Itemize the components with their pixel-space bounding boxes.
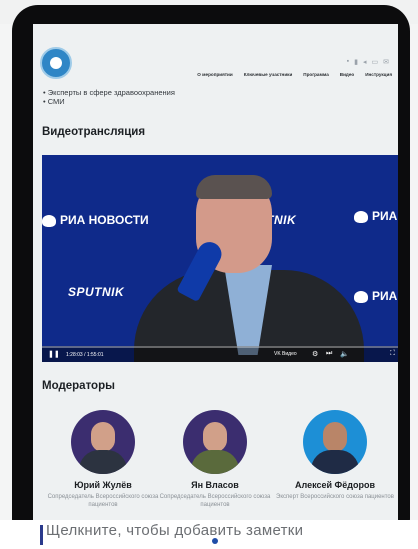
moderator-role: Сопредседатель Всероссийского союза паци…: [47, 494, 159, 508]
notes-bar: [40, 525, 43, 545]
avatar: [303, 410, 367, 474]
ok-icon[interactable]: ▮: [354, 58, 358, 66]
progress-bar[interactable]: [42, 346, 398, 348]
audience-list: Эксперты в сфере здравоохранения СМИ: [43, 88, 175, 106]
avatar: [183, 410, 247, 474]
volume-icon[interactable]: 🔈: [340, 350, 349, 358]
telegram-icon[interactable]: ◂: [363, 58, 367, 66]
tablet-screen: ▪ ▮ ◂ ▭ ✉ О мероприятии Ключевые участни…: [33, 24, 398, 534]
pause-icon[interactable]: ❚❚: [48, 350, 60, 358]
nav-item-instructions[interactable]: Инструкция: [365, 72, 392, 77]
list-item: Эксперты в сфере здравоохранения: [43, 88, 175, 97]
video-controls: ❚❚ 1:28:03 / 1:55:01 VK Видео ⚙ ⏭ 🔈 ⛶: [42, 346, 398, 362]
moderator-card[interactable]: Ян Власов Сопредседатель Всероссийского …: [155, 410, 275, 509]
list-item: СМИ: [43, 97, 175, 106]
nav-item-participants[interactable]: Ключевые участники: [244, 72, 293, 77]
tablet-home-indicator: [212, 538, 218, 544]
moderators-section-title: Модераторы: [42, 380, 115, 392]
moderator-name: Алексей Фёдоров: [295, 480, 375, 490]
social-icons: ▪ ▮ ◂ ▭ ✉: [347, 58, 389, 66]
youtube-icon[interactable]: ▭: [372, 58, 379, 66]
page: ▪ ▮ ◂ ▭ ✉ О мероприятии Ключевые участни…: [0, 0, 418, 549]
moderator-role: Эксперт Всероссийского союза пациентов: [276, 494, 394, 500]
slide-notes-area[interactable]: Щелкните, чтобы добавить заметки: [0, 520, 418, 549]
moderator-role: Сопредседатель Всероссийского союза паци…: [159, 494, 271, 508]
logo-icon[interactable]: [40, 47, 72, 79]
site-header: ▪ ▮ ◂ ▭ ✉ О мероприятии Ключевые участни…: [33, 24, 398, 88]
nav-item-program[interactable]: Программа: [303, 72, 328, 77]
nav-item-about[interactable]: О мероприятии: [197, 72, 232, 77]
vk-icon[interactable]: ▪: [347, 58, 349, 66]
tablet-frame: ▪ ▮ ◂ ▭ ✉ О мероприятии Ключевые участни…: [12, 5, 410, 545]
notes-placeholder[interactable]: Щелкните, чтобы добавить заметки: [46, 522, 303, 539]
moderator-card[interactable]: Алексей Фёдоров Эксперт Всероссийского с…: [275, 410, 395, 501]
ria-brand-logo: РИА НОВОСТИ: [42, 213, 149, 227]
video-section-title: Видеотрансляция: [42, 126, 146, 138]
avatar: [71, 410, 135, 474]
time-display: 1:28:03 / 1:55:01: [66, 352, 104, 358]
vk-video-label[interactable]: VK Видео: [274, 351, 297, 357]
speaker-image: [134, 175, 364, 362]
video-player[interactable]: РИА НОВОСТИ SPUTNIK РИА SPUTNIK РИА ❚❚ 1…: [42, 155, 398, 362]
settings-icon[interactable]: ⚙: [312, 350, 318, 358]
moderator-card[interactable]: Юрий Жулёв Сопредседатель Всероссийского…: [43, 410, 163, 509]
fullscreen-icon[interactable]: ⛶: [390, 350, 395, 358]
main-nav: О мероприятии Ключевые участники Програм…: [197, 72, 392, 77]
email-icon[interactable]: ✉: [383, 58, 389, 66]
moderator-name: Ян Власов: [191, 480, 239, 490]
nav-item-video[interactable]: Видео: [340, 72, 354, 77]
sputnik-brand-logo-left: SPUTNIK: [68, 285, 125, 299]
moderator-name: Юрий Жулёв: [74, 480, 132, 490]
next-icon[interactable]: ⏭: [326, 350, 332, 358]
